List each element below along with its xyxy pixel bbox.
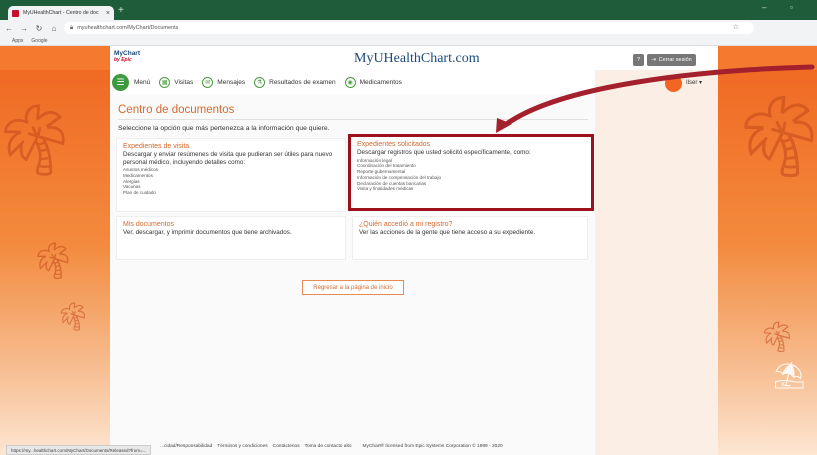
user-name-label: Ilser bbox=[686, 80, 698, 86]
menu-button[interactable]: ☰ Menú bbox=[112, 73, 151, 91]
card-title[interactable]: Mis documentos bbox=[123, 221, 339, 228]
beach-background-right: 🌴︎ 🌴︎ ⛱︎ bbox=[718, 70, 817, 455]
return-home-button[interactable]: Regresar a la página de inicio bbox=[302, 280, 404, 295]
address-bar: ← → ↻ ⌂ 🔒︎ myuhealthchart.com/MyChart/Do… bbox=[0, 20, 817, 36]
list-item: Visita y finalidades médicas bbox=[357, 186, 414, 192]
url-text: myuhealthchart.com/MyChart/Documents bbox=[77, 25, 179, 31]
new-tab-button[interactable]: + bbox=[118, 5, 124, 16]
card-list: Asuntos médicos Medicamentos Alergias Va… bbox=[123, 167, 339, 196]
lock-icon: 🔒︎ bbox=[70, 24, 74, 31]
footer: ...cidad/Responsabilidad Términos y cond… bbox=[160, 444, 503, 449]
tab-close-icon[interactable]: × bbox=[106, 10, 110, 17]
menu-item-label: Resultados de examen bbox=[269, 78, 336, 86]
palm-tree-icon: 🌴︎ bbox=[728, 92, 817, 181]
card-requested-records[interactable]: Expedientes solicitados Descargar regist… bbox=[348, 134, 594, 211]
flask-icon: ⚗ bbox=[254, 76, 266, 88]
user-menu[interactable]: Ilser ▾ bbox=[595, 70, 718, 94]
card-access-log[interactable]: ¿Quién accedió a mi registro? Ver las ac… bbox=[352, 216, 588, 260]
menu-item-test-results[interactable]: ⚗ Resultados de examen bbox=[254, 76, 336, 88]
page-title: Centro de documentos bbox=[118, 104, 235, 116]
card-description: Descargar registros que usted solicitó e… bbox=[357, 149, 531, 156]
copyright-text: MyChart® licensed from Epic Systems Corp… bbox=[362, 444, 503, 449]
logout-button[interactable]: ⇥ Cerrar sesión bbox=[647, 54, 696, 66]
palm-tree-icon: 🌴︎ bbox=[30, 240, 76, 281]
card-description: Ver las acciones de la gente que tiene a… bbox=[359, 229, 536, 236]
site-header: MyChart by Epic MyUHealthChart.com ? ⇥ C… bbox=[110, 46, 718, 70]
user-name[interactable]: Ilser ▾ bbox=[686, 79, 702, 86]
card-my-documents[interactable]: Mis documentos Ver, descargar, y imprimi… bbox=[116, 216, 346, 260]
logout-icon: ⇥ bbox=[651, 57, 656, 63]
reload-icon[interactable]: ↻ bbox=[33, 24, 45, 33]
footer-link-contact[interactable]: Contáctenos bbox=[273, 444, 300, 449]
palm-tree-icon: 🌴︎ bbox=[758, 321, 797, 354]
umbrella-icon: ⛱︎ bbox=[773, 360, 807, 390]
brand-logo[interactable]: MyUHealthChart.com bbox=[354, 51, 480, 67]
browser-tab[interactable]: MyUHealthChart - Centro de doc × bbox=[8, 6, 114, 20]
home-icon[interactable]: ⌂ bbox=[48, 24, 60, 33]
epic-logo-text: by Epic bbox=[114, 57, 132, 63]
instructions-text: Seleccione la opción que más pertenezca … bbox=[118, 125, 330, 132]
header-actions: ? ⇥ Cerrar sesión bbox=[633, 54, 696, 66]
help-button[interactable]: ? bbox=[633, 54, 645, 66]
favicon-icon bbox=[12, 9, 19, 17]
logout-label: Cerrar sesión bbox=[658, 57, 692, 63]
card-description: Descargar y enviar resúmenes de visita q… bbox=[123, 151, 333, 166]
pill-icon: ◉ bbox=[344, 76, 356, 88]
bookmark-star-icon[interactable]: ☆ bbox=[733, 23, 745, 31]
content-sidebar-strip bbox=[595, 70, 718, 455]
menu-item-label: Visitas bbox=[174, 78, 194, 86]
menu-item-label: Mensajes bbox=[217, 78, 246, 86]
footer-link-privacy[interactable]: ...cidad/Responsabilidad bbox=[160, 444, 212, 449]
card-description: Ver, descargar, y imprimir documentos qu… bbox=[123, 229, 292, 236]
menu-label: Menú bbox=[134, 78, 151, 86]
menu-item-visits[interactable]: ▦ Visitas bbox=[159, 76, 194, 88]
footer-link-terms[interactable]: Términos y condiciones bbox=[217, 444, 267, 449]
status-bar-url: https://my...healthchart.com/MyChart/Doc… bbox=[6, 445, 152, 455]
palm-tree-icon: 🌴︎ bbox=[55, 301, 91, 332]
main-content: Centro de documentos Seleccione la opció… bbox=[110, 94, 595, 455]
back-icon[interactable]: ← bbox=[3, 24, 15, 33]
bookmarks-bar: Apps Google bbox=[0, 36, 817, 46]
minimize-icon[interactable]: – bbox=[762, 3, 766, 12]
hamburger-icon: ☰ bbox=[112, 73, 129, 91]
card-title[interactable]: ¿Quién accedió a mi registro? bbox=[359, 221, 581, 228]
beach-background-left: 🌴︎ 🌴︎ 🌴︎ bbox=[0, 70, 110, 455]
envelope-icon: ✉ bbox=[202, 76, 214, 88]
forward-icon[interactable]: → bbox=[18, 24, 30, 33]
browser-tab-bar: MyUHealthChart - Centro de doc × + – ▫ bbox=[0, 0, 817, 20]
bookmark-apps[interactable]: Apps bbox=[12, 38, 23, 44]
card-visit-records[interactable]: Expedientes de visita Descargar y enviar… bbox=[116, 138, 346, 212]
calendar-icon: ▦ bbox=[159, 76, 171, 88]
main-menu-bar: ☰ Menú ▦ Visitas ✉ Mensajes ⚗ Resultados… bbox=[110, 70, 595, 94]
maximize-icon[interactable]: ▫ bbox=[790, 3, 793, 12]
url-input[interactable]: 🔒︎ myuhealthchart.com/MyChart/Documents bbox=[64, 22, 754, 34]
mychart-logo[interactable]: MyChart by Epic bbox=[114, 50, 140, 63]
avatar[interactable] bbox=[665, 75, 682, 92]
bookmark-google[interactable]: Google bbox=[31, 38, 47, 44]
list-item: Plan de cuidado bbox=[123, 190, 156, 196]
palm-tree-icon: 🌴︎ bbox=[0, 101, 79, 179]
tab-title: MyUHealthChart - Centro de doc bbox=[23, 10, 99, 16]
card-title[interactable]: Expedientes de visita bbox=[123, 143, 339, 150]
help-icon: ? bbox=[637, 57, 641, 63]
divider bbox=[118, 119, 588, 120]
menu-item-medications[interactable]: ◉ Medicamentos bbox=[344, 76, 402, 88]
card-list: Información legal Coordinación del trata… bbox=[357, 158, 585, 193]
menu-item-messages[interactable]: ✉ Mensajes bbox=[202, 76, 246, 88]
card-title[interactable]: Expedientes solicitados bbox=[357, 141, 585, 148]
menu-item-label: Medicamentos bbox=[359, 78, 402, 86]
footer-link-high-contrast[interactable]: Toma de contacto alto bbox=[305, 444, 352, 449]
